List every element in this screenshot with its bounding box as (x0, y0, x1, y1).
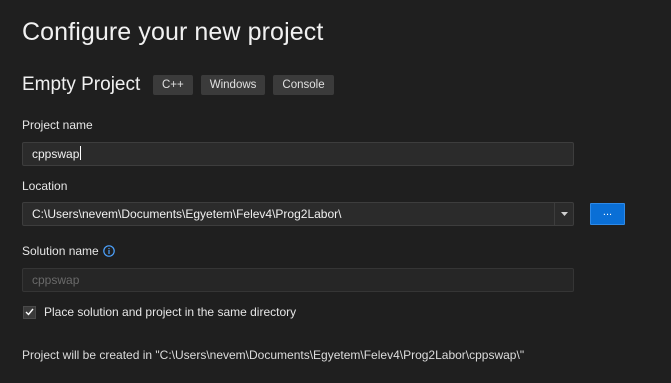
project-name-label: Project name (22, 118, 93, 132)
info-icon[interactable] (102, 245, 115, 257)
tag-project-type: Console (273, 75, 334, 95)
location-label: Location (22, 179, 68, 193)
project-name-value: cppswap (32, 147, 80, 161)
tag-platform: Windows (200, 75, 266, 95)
same-directory-checkbox[interactable] (23, 305, 36, 319)
location-dropdown-button[interactable] (554, 203, 573, 225)
solution-name-label: Solution name (22, 244, 99, 258)
project-name-input[interactable]: cppswap (22, 142, 574, 166)
page-title: Configure your new project (22, 18, 324, 46)
text-cursor (80, 146, 82, 160)
solution-name-input: cppswap (22, 268, 574, 292)
solution-name-label-row: Solution name (22, 244, 115, 258)
project-location-note: Project will be created in "C:\Users\nev… (22, 348, 525, 362)
chevron-down-icon (560, 212, 568, 216)
same-directory-option[interactable]: Place solution and project in the same d… (23, 305, 296, 319)
solution-name-value: cppswap (32, 273, 80, 287)
checkmark-icon (25, 308, 34, 316)
location-value: C:\Users\nevem\Documents\Egyetem\Felev4\… (32, 207, 342, 221)
browse-button[interactable]: ... (590, 203, 625, 225)
same-directory-label: Place solution and project in the same d… (44, 305, 297, 319)
tag-language: C++ (153, 75, 193, 95)
location-combobox[interactable]: C:\Users\nevem\Documents\Egyetem\Felev4\… (22, 202, 574, 226)
template-name: Empty Project (22, 74, 141, 95)
configure-project-dialog: Configure your new project Empty Project… (0, 0, 671, 383)
template-tags: C++ Windows Console (153, 75, 334, 95)
